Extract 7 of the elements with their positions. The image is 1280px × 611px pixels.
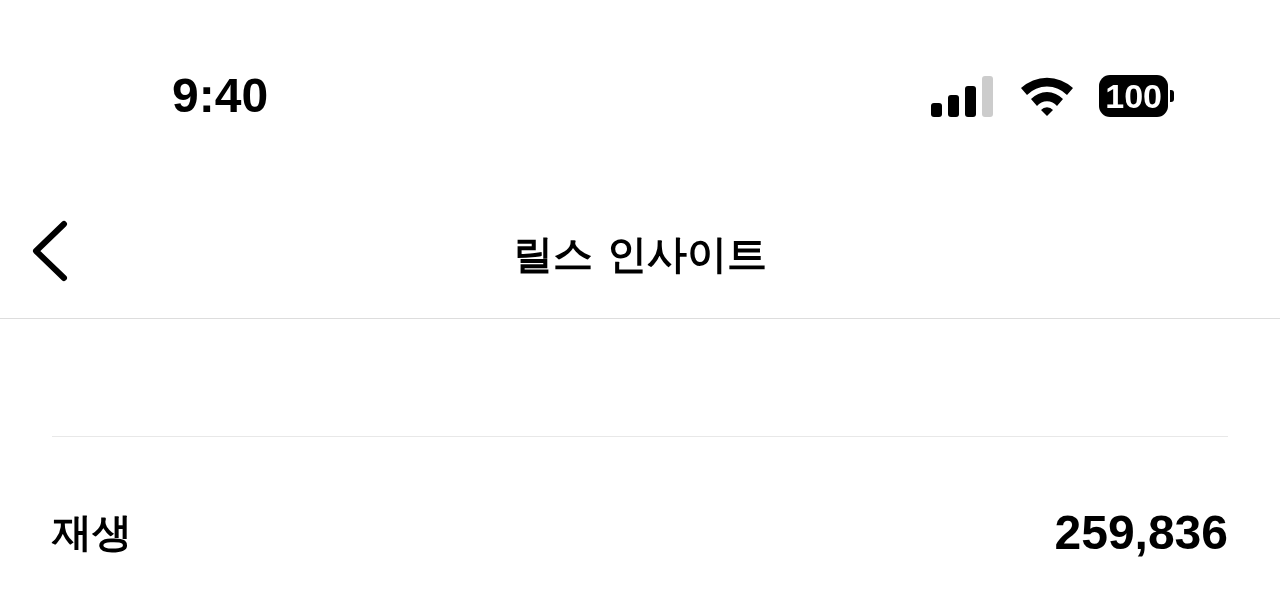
stat-label: 재생 xyxy=(52,507,132,557)
wifi-icon xyxy=(1019,76,1076,116)
back-icon[interactable] xyxy=(30,220,70,282)
stat-value: 259,836 xyxy=(1054,504,1228,560)
status-time: 9:40 xyxy=(172,70,269,122)
screen-title: 릴스 인사이트 xyxy=(513,229,767,279)
signal-icon xyxy=(931,75,996,117)
